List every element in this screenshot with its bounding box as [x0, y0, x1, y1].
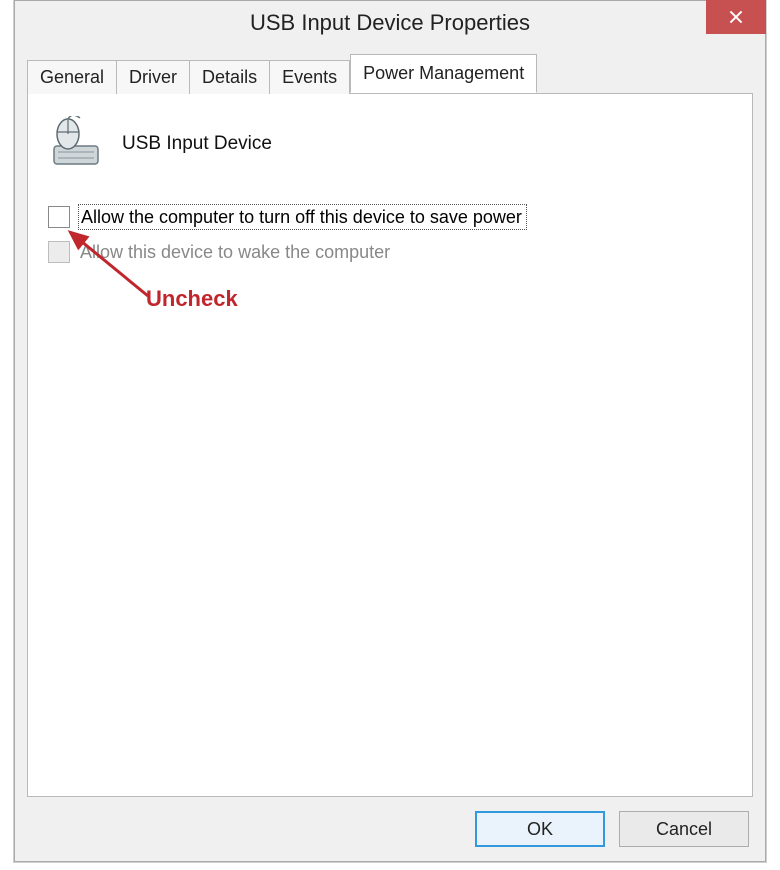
- tab-driver[interactable]: Driver: [117, 60, 190, 94]
- tab-strip: General Driver Details Events Power Mana…: [27, 57, 753, 93]
- dialog-buttons: OK Cancel: [475, 811, 749, 847]
- label-allow-turn-off[interactable]: Allow the computer to turn off this devi…: [78, 204, 527, 230]
- annotation-uncheck: Uncheck: [28, 94, 752, 796]
- mouse-keyboard-icon: [48, 116, 104, 172]
- checkbox-allow-turn-off[interactable]: [48, 206, 70, 228]
- properties-window: USB Input Device Properties General Driv…: [14, 0, 766, 862]
- cancel-button[interactable]: Cancel: [619, 811, 749, 847]
- tab-panel: USB Input Device Allow the computer to t…: [27, 93, 753, 797]
- checkbox-allow-wake: [48, 241, 70, 263]
- annotation-label: Uncheck: [146, 286, 238, 312]
- option-allow-turn-off: Allow the computer to turn off this devi…: [48, 204, 732, 230]
- tab-power-management[interactable]: Power Management: [350, 54, 537, 93]
- close-button[interactable]: [706, 0, 766, 34]
- device-header: USB Input Device: [48, 116, 732, 172]
- titlebar[interactable]: USB Input Device Properties: [15, 1, 765, 45]
- window-title: USB Input Device Properties: [250, 10, 530, 36]
- close-icon: [729, 10, 743, 24]
- tab-details[interactable]: Details: [190, 60, 270, 94]
- tab-events[interactable]: Events: [270, 60, 350, 94]
- ok-button[interactable]: OK: [475, 811, 605, 847]
- client-area: General Driver Details Events Power Mana…: [27, 57, 753, 797]
- label-allow-wake: Allow this device to wake the computer: [78, 240, 392, 264]
- device-name: USB Input Device: [122, 133, 272, 155]
- option-allow-wake: Allow this device to wake the computer: [48, 240, 732, 264]
- tab-general[interactable]: General: [27, 60, 117, 94]
